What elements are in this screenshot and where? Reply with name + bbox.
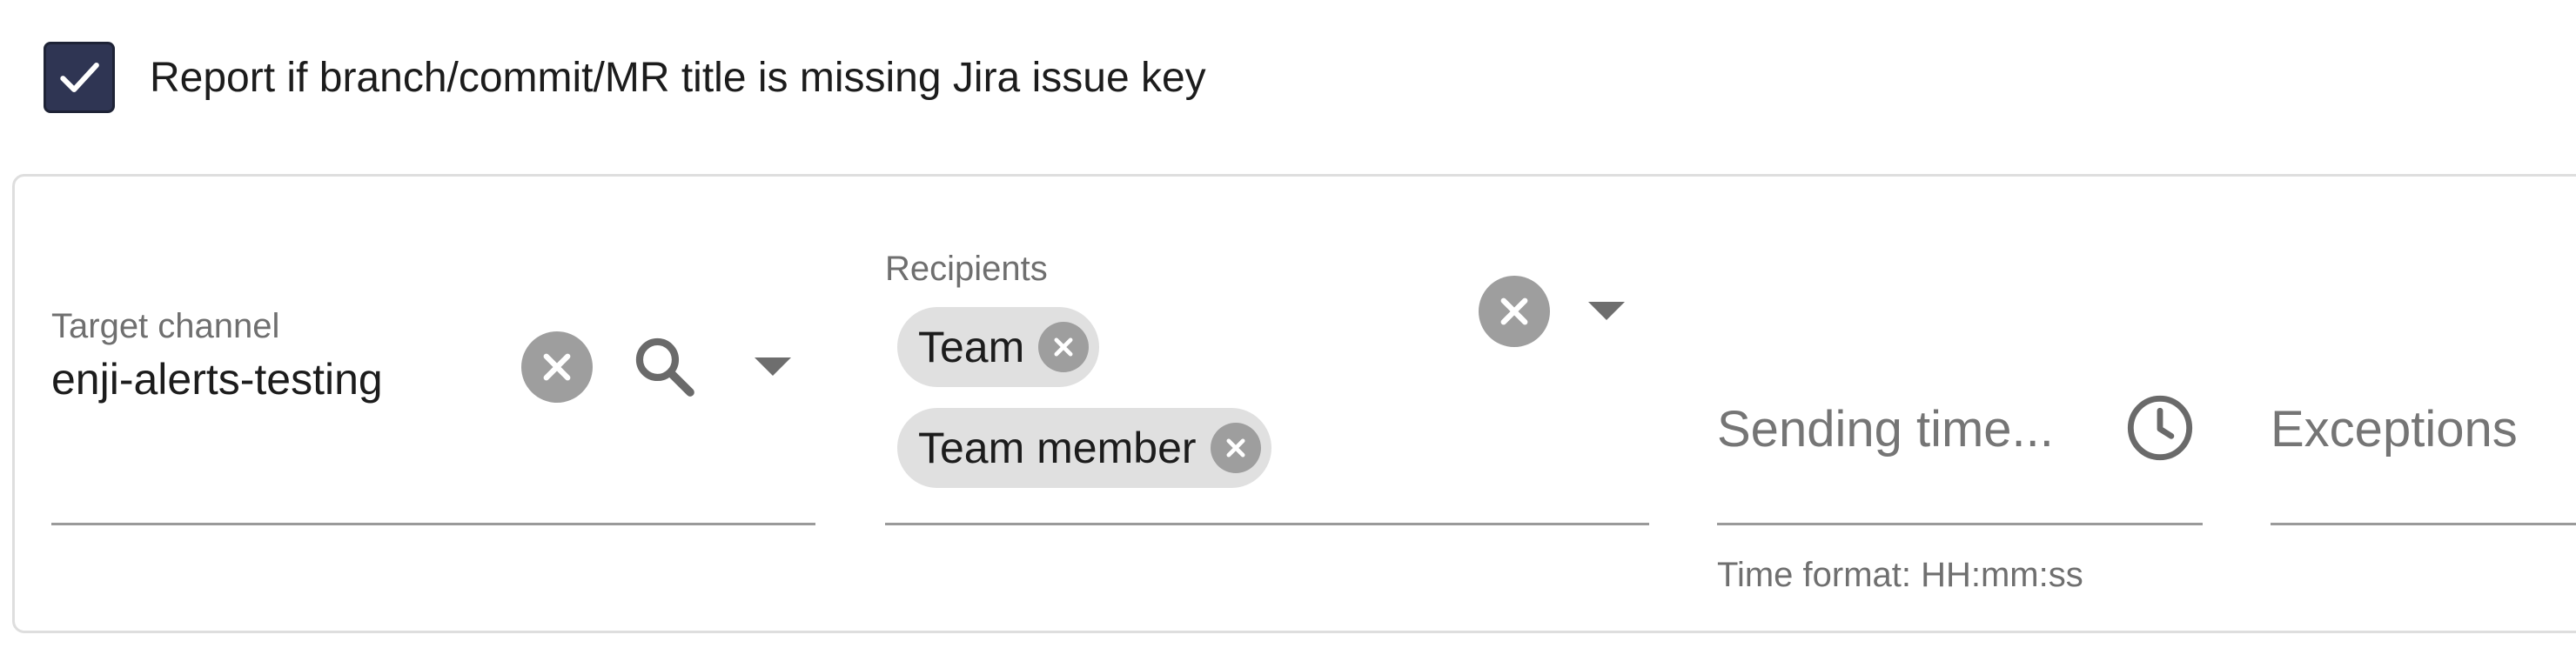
sending-time-input[interactable] [1717, 394, 2083, 464]
report-missing-key-label: Report if branch/commit/MR title is miss… [150, 55, 1206, 101]
alert-config-panel: Target channel enji-alerts-testing Recip… [12, 174, 2576, 633]
recipient-chip-remove-button[interactable] [1038, 322, 1090, 372]
recipients-clear-button[interactable] [1479, 276, 1550, 347]
target-channel-dropdown-caret[interactable] [755, 357, 791, 376]
clock-icon [2127, 395, 2193, 461]
check-icon [60, 62, 99, 93]
recipient-chip-remove-button[interactable] [1210, 423, 1261, 473]
notification-settings: Report if branch/commit/MR title is miss… [0, 0, 2576, 668]
close-icon [1500, 297, 1528, 325]
recipients-dropdown-caret[interactable] [1588, 302, 1625, 320]
close-icon [543, 353, 571, 381]
target-channel-underline [51, 523, 815, 525]
target-channel-label: Target channel [51, 307, 280, 345]
report-missing-key-checkbox[interactable] [44, 42, 115, 113]
search-icon [635, 337, 694, 397]
recipient-chip-team[interactable]: Team [897, 307, 1100, 387]
close-icon [1226, 438, 1245, 458]
sending-time-clock-button[interactable] [2123, 391, 2197, 465]
target-channel-clear-button[interactable] [521, 331, 593, 403]
recipient-chip-team-member[interactable]: Team member [897, 408, 1271, 488]
recipients-underline [885, 523, 1649, 525]
exceptions-input[interactable] [2271, 394, 2576, 464]
close-icon [1054, 337, 1073, 357]
sending-time-underline [1717, 523, 2203, 525]
exceptions-underline [2271, 523, 2576, 525]
recipients-label: Recipients [885, 250, 1048, 288]
recipient-chip-label: Team member [918, 424, 1197, 472]
sending-time-helper-text: Time format: HH:mm:ss [1717, 556, 2083, 594]
target-channel-value[interactable]: enji-alerts-testing [51, 354, 383, 404]
recipient-chip-label: Team [918, 323, 1025, 371]
target-channel-search-button[interactable] [629, 331, 701, 403]
